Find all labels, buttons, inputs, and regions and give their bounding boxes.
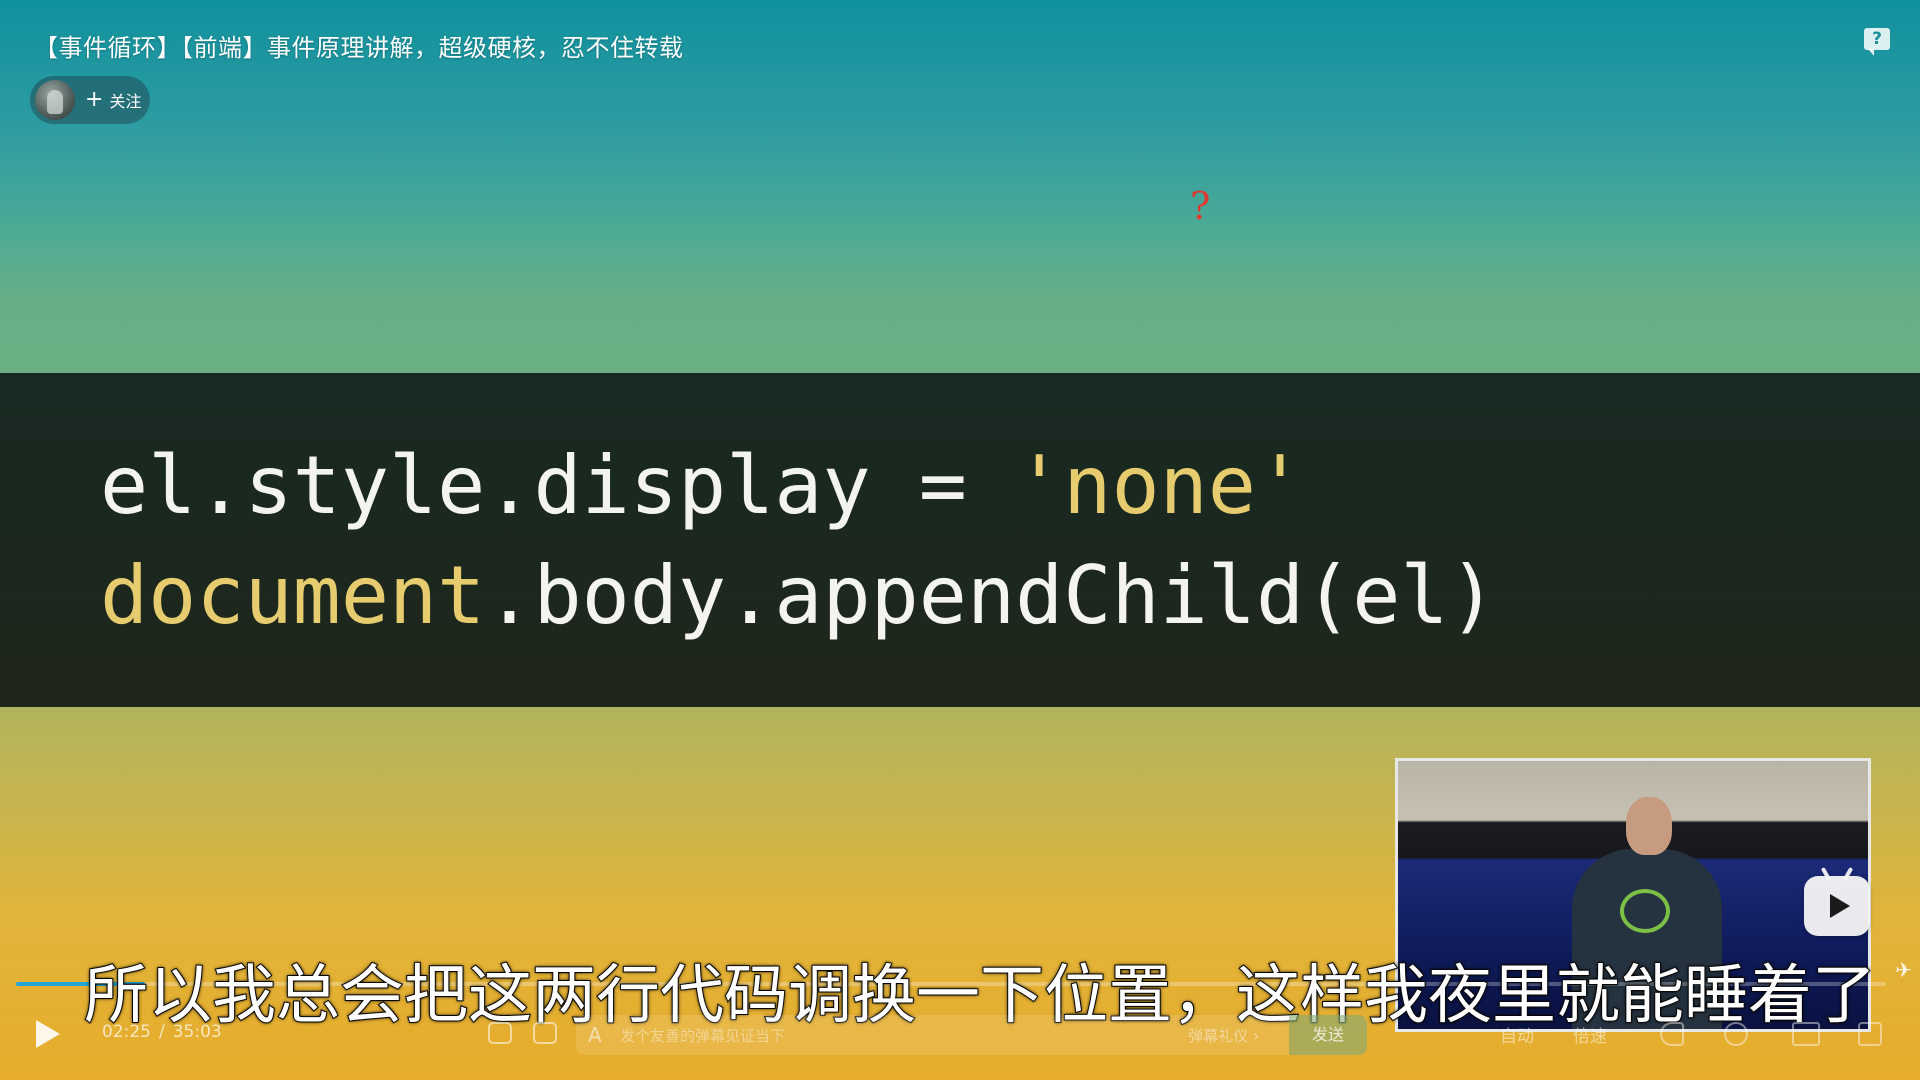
slide-code-block: el.style.display = 'none' document.body.…	[0, 373, 1920, 707]
video-player[interactable]: 【事件循环】【前端】事件原理讲解，超级硬核，忍不住转载 + 关注 ? ? el.…	[0, 0, 1920, 1080]
shirt-print	[1620, 889, 1670, 933]
quality-button[interactable]: 自动	[1500, 1022, 1534, 1047]
send-button[interactable]: 发送	[1289, 1015, 1367, 1055]
danmaku-etiquette-link[interactable]: 弹幕礼仪 ›	[1188, 1025, 1259, 1046]
play-icon[interactable]	[36, 1020, 60, 1048]
code-line-2: document.body.appendChild(el)	[100, 549, 1497, 642]
fullscreen-icon[interactable]	[1858, 1022, 1882, 1046]
danmaku-send-bar: A 弹幕礼仪 › 发送	[576, 1015, 1367, 1055]
picture-in-picture-icon[interactable]	[1792, 1022, 1820, 1046]
text-style-icon[interactable]: A	[588, 1023, 602, 1047]
volume-icon[interactable]	[1660, 1022, 1684, 1046]
code-line-1: el.style.display = 'none'	[100, 439, 1304, 532]
duration: 35:03	[172, 1022, 222, 1042]
code-token-string: 'none'	[1015, 439, 1305, 532]
time-separator: /	[159, 1022, 165, 1042]
uploader-follow-pill: + 关注	[30, 76, 150, 124]
danmaku-toggle-icon[interactable]	[488, 1022, 512, 1044]
speed-button[interactable]: 倍速	[1573, 1022, 1607, 1047]
control-bar: 02:25 / 35:03 A 弹幕礼仪 › 发送 自动 倍速	[0, 1010, 1920, 1060]
danmaku-input[interactable]	[618, 1015, 1122, 1055]
follow-button[interactable]: + 关注	[85, 88, 141, 112]
code-token: el.style.display =	[100, 439, 1016, 532]
code-token: .body.appendChild(el)	[485, 549, 1497, 642]
danmaku-settings-icon[interactable]	[533, 1022, 557, 1044]
feedback-question-icon[interactable]: ?	[1864, 28, 1890, 56]
bilibili-tv-play-icon[interactable]	[1804, 876, 1870, 936]
follow-label: 关注	[109, 92, 142, 111]
gear-icon[interactable]	[1724, 1022, 1748, 1046]
video-title: 【事件循环】【前端】事件原理讲解，超级硬核，忍不住转载	[34, 34, 684, 62]
time-display: 02:25 / 35:03	[102, 1022, 222, 1042]
plus-icon: +	[85, 87, 104, 112]
speaker-head	[1626, 797, 1672, 855]
current-time: 02:25	[102, 1022, 151, 1042]
uploader-avatar[interactable]	[35, 80, 75, 120]
code-token-keyword: document	[100, 549, 486, 642]
play-triangle	[1830, 894, 1850, 918]
red-question-mark: ?	[1190, 184, 1211, 228]
